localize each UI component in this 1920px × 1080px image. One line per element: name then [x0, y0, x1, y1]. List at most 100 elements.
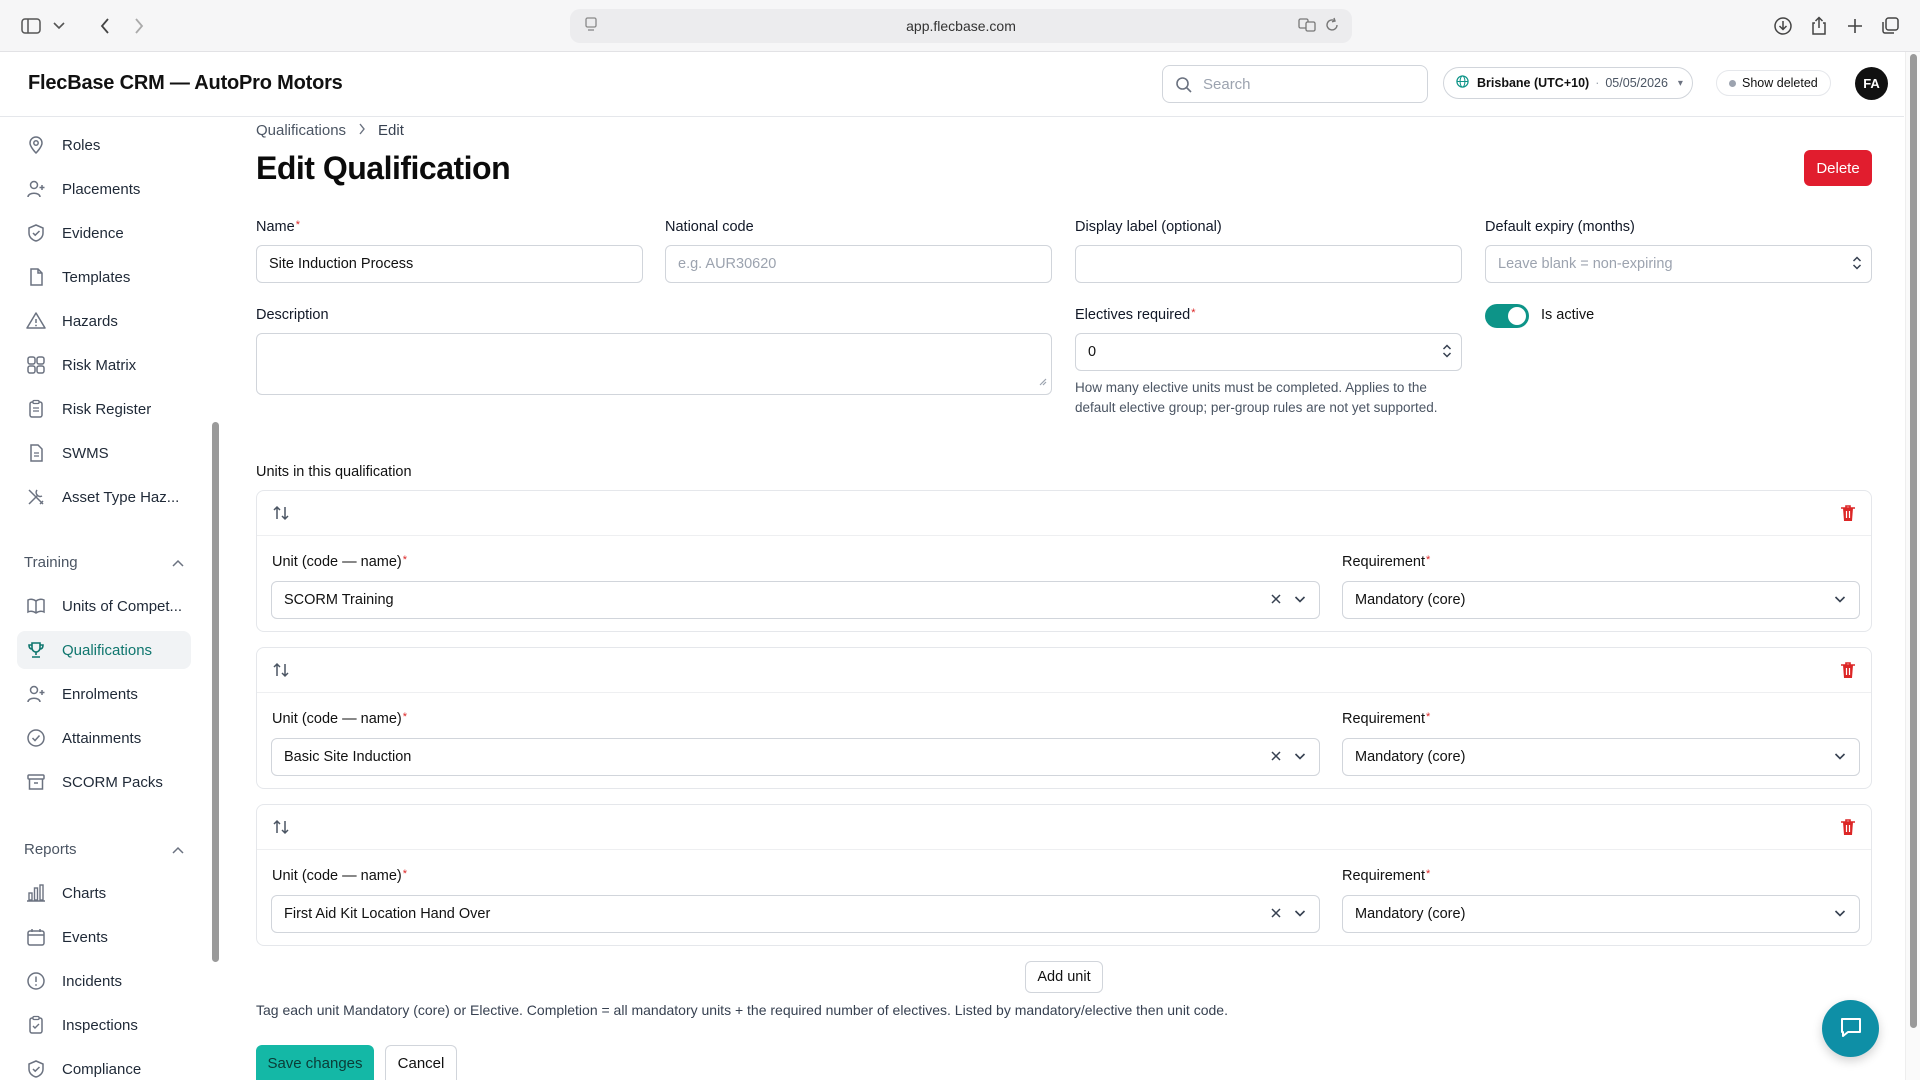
sidebar-item-label: Units of Compet...: [62, 597, 183, 615]
browser-toolbar: app.flecbase.com: [0, 0, 1920, 52]
status-dot: [1729, 79, 1736, 87]
download-icon[interactable]: [1770, 13, 1796, 39]
show-deleted-toggle[interactable]: Show deleted: [1716, 70, 1831, 96]
unit-label: Unit (code — name)*: [272, 868, 408, 884]
sidebar-item-units-of-competency[interactable]: Units of Compet...: [17, 587, 191, 625]
globe-icon: [1456, 75, 1469, 91]
sidebar-scrollbar[interactable]: [211, 118, 220, 1080]
sidebar-item-label: Placements: [62, 180, 141, 198]
resize-handle-icon[interactable]: [1037, 373, 1047, 390]
cancel-button[interactable]: Cancel: [385, 1045, 457, 1080]
reorder-icon[interactable]: [271, 660, 291, 684]
sidebar-item-incidents[interactable]: Incidents: [17, 962, 191, 1000]
save-button[interactable]: Save changes: [256, 1045, 374, 1080]
address-bar[interactable]: app.flecbase.com: [570, 9, 1352, 43]
share-icon[interactable]: [1806, 13, 1832, 39]
group-label: Training: [24, 553, 78, 571]
sidebar-toggle-icon[interactable]: [18, 13, 44, 39]
reorder-icon[interactable]: [271, 503, 291, 527]
new-tab-icon[interactable]: [1842, 13, 1868, 39]
unit-row-toolbar: [257, 491, 1871, 536]
sidebar-item-label: Charts: [62, 884, 107, 902]
sidebar-item-roles[interactable]: Roles: [17, 126, 191, 164]
avatar[interactable]: FA: [1855, 67, 1888, 100]
sidebar-item-scorm-packs[interactable]: SCORM Packs: [17, 763, 191, 801]
unit-row-toolbar: [257, 648, 1871, 693]
back-icon[interactable]: [92, 13, 118, 39]
sidebar-item-compliance[interactable]: Compliance: [17, 1050, 191, 1080]
electives-input[interactable]: [1075, 333, 1462, 371]
display-label-input[interactable]: [1075, 245, 1462, 283]
sidebar: Roles Placements Evidence Templates Haza…: [0, 118, 222, 1080]
chevron-down-icon: [1833, 592, 1847, 610]
reload-icon[interactable]: [1324, 17, 1340, 36]
sidebar-group-reports[interactable]: Reports: [24, 839, 184, 859]
national-code-input[interactable]: [665, 245, 1052, 283]
requirement-select[interactable]: Mandatory (core): [1342, 895, 1860, 933]
search-input[interactable]: [1203, 74, 1413, 94]
unit-select-value: Basic Site Induction: [284, 749, 412, 765]
sidebar-item-asset-type-hazards[interactable]: Asset Type Haz...: [17, 478, 191, 516]
sidebar-item-charts[interactable]: Charts: [17, 874, 191, 912]
add-unit-button[interactable]: Add unit: [1025, 961, 1103, 993]
requirement-select[interactable]: Mandatory (core): [1342, 581, 1860, 619]
file-text-icon: [25, 442, 47, 464]
sidebar-item-evidence[interactable]: Evidence: [17, 214, 191, 252]
grid-icon: [25, 354, 47, 376]
archive-icon: [25, 771, 47, 793]
sidebar-item-events[interactable]: Events: [17, 918, 191, 956]
clear-icon[interactable]: [1269, 592, 1283, 610]
trash-icon[interactable]: [1839, 817, 1857, 841]
name-label: Name*: [256, 219, 300, 235]
sidebar-item-risk-matrix[interactable]: Risk Matrix: [17, 346, 191, 384]
tabs-overview-icon[interactable]: [1877, 13, 1903, 39]
sidebar-item-attainments[interactable]: Attainments: [17, 719, 191, 757]
translate-icon[interactable]: [1298, 17, 1316, 36]
stepper-icon[interactable]: [1442, 343, 1452, 363]
breadcrumb-current: Edit: [378, 122, 404, 139]
sidebar-item-inspections[interactable]: Inspections: [17, 1006, 191, 1044]
unit-label: Unit (code — name)*: [272, 711, 408, 727]
sidebar-item-templates[interactable]: Templates: [17, 258, 191, 296]
sidebar-item-enrolments[interactable]: Enrolments: [17, 675, 191, 713]
clear-icon[interactable]: [1269, 749, 1283, 767]
chevron-up-icon: [172, 554, 184, 571]
sidebar-item-swms[interactable]: SWMS: [17, 434, 191, 472]
page-scrollbar[interactable]: [1905, 52, 1920, 1080]
default-expiry-input[interactable]: [1485, 245, 1872, 283]
chevron-down-icon[interactable]: [46, 13, 72, 39]
search-box[interactable]: [1162, 65, 1428, 103]
unit-select[interactable]: Basic Site Induction: [271, 738, 1320, 776]
chat-button[interactable]: [1822, 1000, 1879, 1057]
stepper-icon[interactable]: [1852, 255, 1862, 275]
clipboard-check-icon: [25, 1014, 47, 1036]
sidebar-item-label: Qualifications: [62, 641, 153, 659]
description-textarea[interactable]: [256, 333, 1052, 395]
name-input[interactable]: [256, 245, 643, 283]
unit-row: Unit (code — name)* Requirement* Basic S…: [256, 647, 1872, 789]
breadcrumb-parent[interactable]: Qualifications: [256, 122, 346, 139]
sidebar-item-label: Enrolments: [62, 685, 138, 703]
trash-icon[interactable]: [1839, 503, 1857, 527]
requirement-select[interactable]: Mandatory (core): [1342, 738, 1860, 776]
delete-button[interactable]: Delete: [1804, 150, 1872, 186]
bar-chart-icon: [25, 882, 47, 904]
sidebar-item-qualifications[interactable]: Qualifications: [17, 631, 191, 669]
unit-select[interactable]: First Aid Kit Location Hand Over: [271, 895, 1320, 933]
sidebar-item-placements[interactable]: Placements: [17, 170, 191, 208]
is-active-label: Is active: [1541, 307, 1595, 323]
sidebar-item-risk-register[interactable]: Risk Register: [17, 390, 191, 428]
timezone-date: 05/05/2026: [1605, 76, 1668, 90]
sidebar-item-label: Incidents: [62, 972, 123, 990]
book-icon: [25, 595, 47, 617]
clear-icon[interactable]: [1269, 906, 1283, 924]
units-footnote: Tag each unit Mandatory (core) or Electi…: [256, 1002, 1228, 1018]
is-active-toggle[interactable]: [1485, 304, 1529, 328]
sidebar-item-hazards[interactable]: Hazards: [17, 302, 191, 340]
forward-icon[interactable]: [126, 13, 152, 39]
timezone-selector[interactable]: Brisbane (UTC+10) · 05/05/2026 ▾: [1443, 67, 1693, 99]
sidebar-group-training[interactable]: Training: [24, 552, 184, 572]
reorder-icon[interactable]: [271, 817, 291, 841]
trash-icon[interactable]: [1839, 660, 1857, 684]
unit-select[interactable]: SCORM Training: [271, 581, 1320, 619]
